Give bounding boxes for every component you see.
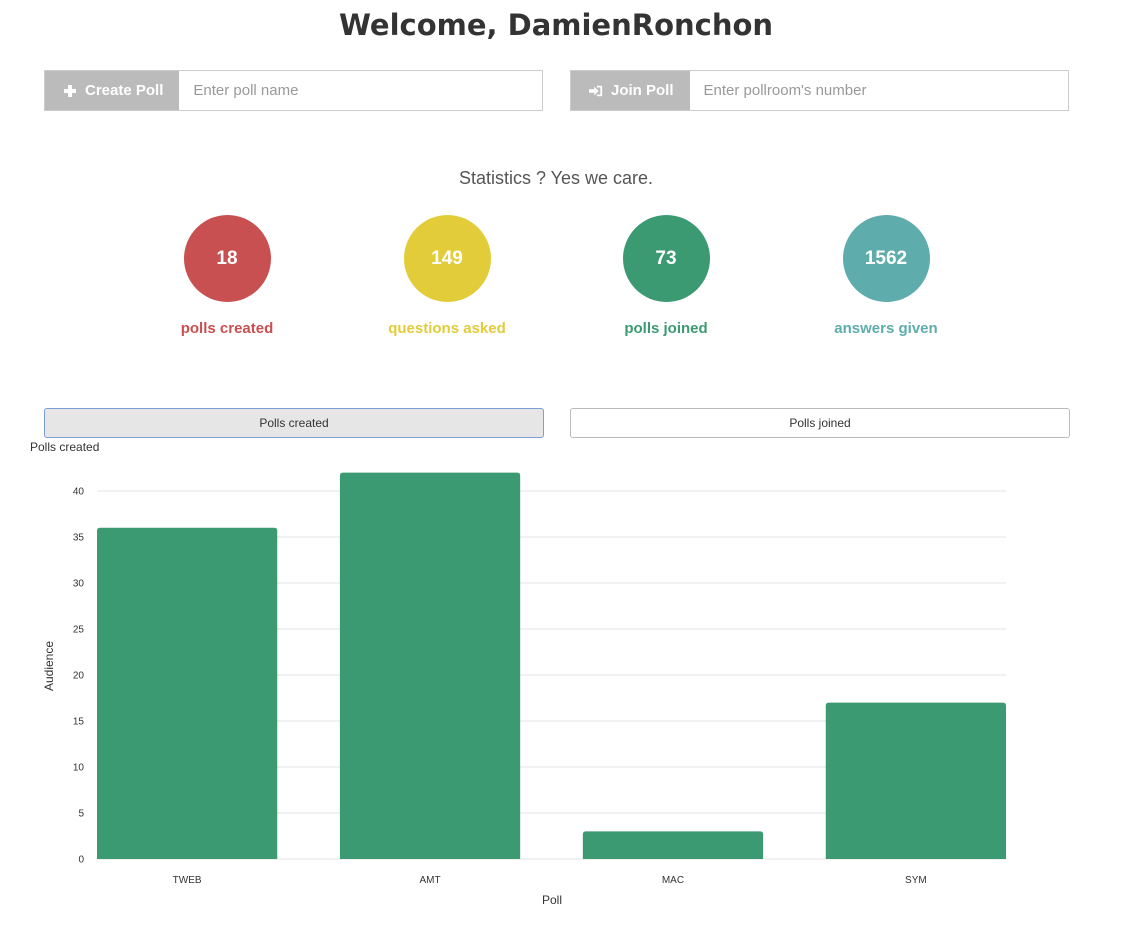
stat-circle: 18 bbox=[183, 215, 271, 302]
y-tick-label: 5 bbox=[78, 809, 84, 820]
create-poll-label: Create Poll bbox=[85, 82, 164, 99]
stat-label: questions asked bbox=[388, 320, 506, 337]
stat-answers-given: 1562 answers given bbox=[796, 215, 976, 337]
stat-circle: 73 bbox=[622, 215, 710, 302]
x-tick-label: TWEB bbox=[173, 875, 202, 886]
join-poll-label: Join Poll bbox=[611, 82, 674, 99]
x-tick-label: MAC bbox=[662, 875, 684, 886]
create-poll-group: Create Poll bbox=[44, 70, 543, 111]
stat-circle: 1562 bbox=[842, 215, 930, 302]
chart-title: Polls created bbox=[30, 440, 100, 454]
y-axis-label: Audience bbox=[42, 641, 56, 691]
stat-label: polls joined bbox=[624, 320, 708, 337]
bar-tweb bbox=[97, 527, 278, 859]
stat-polls-created: 18 polls created bbox=[137, 215, 317, 337]
x-axis-label: Poll bbox=[542, 893, 562, 907]
bar-sym bbox=[825, 702, 1006, 859]
plus-icon bbox=[63, 84, 77, 98]
y-tick-label: 0 bbox=[78, 855, 84, 866]
x-tick-label: SYM bbox=[905, 875, 927, 886]
bar-amt bbox=[339, 472, 521, 859]
page-title: Welcome, DamienRonchon bbox=[338, 8, 774, 42]
poll-name-input[interactable] bbox=[179, 71, 542, 110]
y-tick-label: 10 bbox=[73, 763, 85, 774]
y-tick-label: 40 bbox=[73, 487, 85, 498]
join-poll-group: Join Poll bbox=[570, 70, 1069, 111]
stat-polls-joined: 73 polls joined bbox=[576, 215, 756, 337]
stat-questions-asked: 149 questions asked bbox=[357, 215, 537, 337]
tab-polls-created[interactable]: Polls created bbox=[44, 408, 544, 438]
y-tick-label: 20 bbox=[73, 671, 85, 682]
bar-mac bbox=[582, 831, 764, 859]
stat-circle: 149 bbox=[403, 215, 491, 302]
y-tick-label: 15 bbox=[73, 717, 85, 728]
bar-chart: 0 5 10 15 20 25 30 35 40 TWEB AMT MAC SYM Poll Audienc… bbox=[42, 472, 1006, 907]
y-tick-label: 30 bbox=[73, 579, 85, 590]
join-poll-button[interactable]: Join Poll bbox=[571, 71, 690, 110]
tab-polls-joined[interactable]: Polls joined bbox=[570, 408, 1070, 438]
statistics-heading: Statistics ? Yes we care. bbox=[458, 168, 654, 188]
stat-label: polls created bbox=[180, 320, 274, 337]
y-tick-label: 35 bbox=[73, 533, 85, 544]
sign-in-icon bbox=[589, 85, 603, 96]
y-tick-label: 25 bbox=[73, 625, 85, 636]
create-poll-button[interactable]: Create Poll bbox=[45, 71, 180, 110]
x-tick-label: AMT bbox=[419, 875, 440, 886]
pollroom-number-input[interactable] bbox=[689, 71, 1068, 110]
stat-label: answers given bbox=[834, 320, 938, 337]
